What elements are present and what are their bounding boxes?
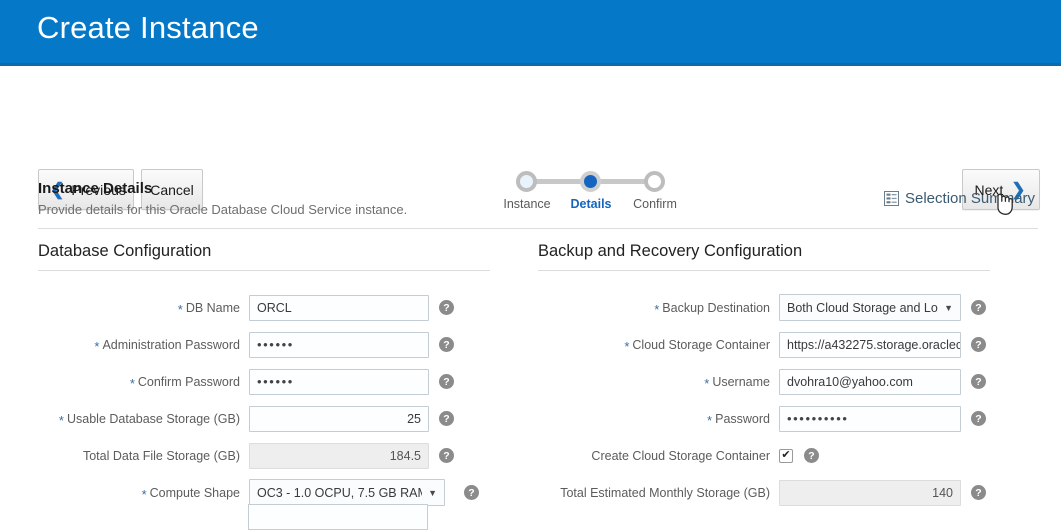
cloud-storage-container-field-wrap: https://a432275.storage.oraclecl — [779, 331, 961, 358]
summary-list-icon — [884, 191, 899, 206]
stepper-node-details[interactable] — [580, 171, 601, 192]
backup-destination-field-wrap: Both Cloud Storage and Loca ▼ — [779, 294, 961, 321]
password-input[interactable]: •••••••••• — [779, 405, 961, 432]
confirm-password-label: * Confirm Password — [129, 375, 240, 391]
page-title: Create Instance — [37, 10, 259, 45]
usable-database-storage-help-icon[interactable]: ? — [439, 411, 454, 426]
required-marker: * — [624, 339, 630, 354]
required-marker: * — [129, 376, 135, 391]
field-row-usable-database-storage: * Usable Database Storage (GB) 25 ? — [38, 400, 490, 437]
stepper-label-confirm[interactable]: Confirm — [621, 197, 689, 211]
usable-database-storage-input[interactable]: 25 — [249, 405, 429, 432]
stepper-node-confirm[interactable] — [644, 171, 665, 192]
username-field-wrap: dvohra10@yahoo.com — [779, 368, 961, 395]
backup-destination-selected-value: Both Cloud Storage and Loca — [787, 300, 939, 315]
administration-password-field-wrap: •••••• — [249, 331, 429, 358]
compute-shape-field-wrap: OC3 - 1.0 OCPU, 7.5 GB RAM ▼ — [249, 479, 445, 506]
total-data-file-storage-label: Total Data File Storage (GB) — [82, 448, 240, 463]
field-row-db-name: * DB Name ORCL ? — [38, 289, 490, 326]
stepper-label-instance[interactable]: Instance — [493, 197, 561, 211]
selection-summary-label: Selection Summary — [905, 190, 1036, 207]
required-marker: * — [704, 376, 710, 391]
total-data-file-storage-field-wrap: 184.5 — [249, 442, 429, 469]
username-input[interactable]: dvohra10@yahoo.com — [779, 368, 961, 395]
compute-shape-label: * Compute Shape — [141, 486, 240, 502]
next-field-partial-input[interactable] — [248, 504, 428, 530]
backup-destination-select[interactable]: Both Cloud Storage and Loca ▼ — [779, 294, 961, 321]
field-row-username: * Username dvohra10@yahoo.com ? — [538, 363, 990, 400]
field-row-confirm-password: * Confirm Password •••••• ? — [38, 363, 490, 400]
usable-database-storage-label: * Usable Database Storage (GB) — [58, 412, 240, 428]
db-name-field-wrap: ORCL — [249, 294, 429, 321]
required-marker: * — [654, 302, 660, 317]
backup-recovery-configuration-title: Backup and Recovery Configuration — [538, 242, 803, 260]
required-marker: * — [707, 413, 713, 428]
required-marker: * — [141, 487, 147, 502]
required-marker: * — [94, 339, 100, 354]
backup-destination-help-icon[interactable]: ? — [971, 300, 986, 315]
password-field-wrap: •••••••••• — [779, 405, 961, 432]
compute-shape-select[interactable]: OC3 - 1.0 OCPU, 7.5 GB RAM ▼ — [249, 479, 445, 506]
field-row-backup-destination: * Backup Destination Both Cloud Storage … — [538, 289, 990, 326]
db-name-help-icon[interactable]: ? — [439, 300, 454, 315]
password-help-icon[interactable]: ? — [971, 411, 986, 426]
database-configuration-section: Database Configuration * DB Name ORCL ? … — [38, 242, 490, 511]
create-cloud-storage-container-help-icon[interactable]: ? — [804, 448, 819, 463]
section-divider-right — [538, 270, 990, 271]
selection-summary-link[interactable]: Selection Summary — [884, 190, 1035, 207]
chevron-down-icon: ▼ — [944, 302, 953, 313]
compute-shape-selected-value: OC3 - 1.0 OCPU, 7.5 GB RAM — [257, 485, 423, 500]
required-marker: * — [177, 302, 183, 317]
database-configuration-title: Database Configuration — [38, 242, 212, 260]
administration-password-input[interactable]: •••••• — [249, 331, 429, 358]
total-data-file-storage-help-icon[interactable]: ? — [439, 448, 454, 463]
field-row-create-cloud-storage-container: Create Cloud Storage Container ✔ ? — [538, 437, 990, 474]
wizard-toolbar: ❮ Previous Cancel Next ❯ Instance Detail… — [0, 69, 1061, 215]
username-help-icon[interactable]: ? — [971, 374, 986, 389]
usable-database-storage-field-wrap: 25 — [249, 405, 429, 432]
total-estimated-monthly-storage-label: Total Estimated Monthly Storage (GB) — [560, 485, 770, 500]
db-name-label: * DB Name — [177, 301, 240, 317]
field-row-cloud-storage-container: * Cloud Storage Container https://a43227… — [538, 326, 990, 363]
chevron-down-icon: ▼ — [428, 487, 437, 498]
confirm-password-help-icon[interactable]: ? — [439, 374, 454, 389]
compute-shape-help-icon[interactable]: ? — [464, 485, 479, 500]
instance-details-heading: Instance Details Provide details for thi… — [38, 180, 407, 217]
confirm-password-field-wrap: •••••• — [249, 368, 429, 395]
total-estimated-monthly-storage-help-icon[interactable]: ? — [971, 485, 986, 500]
administration-password-help-icon[interactable]: ? — [439, 337, 454, 352]
total-estimated-monthly-storage-value: 140 — [779, 479, 961, 506]
section-title: Instance Details — [38, 180, 153, 197]
administration-password-label: * Administration Password — [94, 338, 240, 354]
create-cloud-storage-container-checkbox[interactable]: ✔ — [779, 448, 793, 463]
create-cloud-storage-container-label: Create Cloud Storage Container — [591, 448, 770, 463]
stepper-node-instance[interactable] — [516, 171, 537, 192]
cloud-storage-container-label: * Cloud Storage Container — [624, 338, 770, 354]
stepper-label-details[interactable]: Details — [557, 197, 625, 211]
confirm-password-input[interactable]: •••••• — [249, 368, 429, 395]
total-data-file-storage-value: 184.5 — [249, 442, 429, 469]
header-divider — [38, 228, 1038, 229]
create-cloud-storage-container-field-wrap: ✔ ? — [779, 448, 819, 463]
cloud-storage-container-input[interactable]: https://a432275.storage.oraclecl — [779, 331, 961, 358]
field-row-administration-password: * Administration Password •••••• ? — [38, 326, 490, 363]
backup-recovery-configuration-section: Backup and Recovery Configuration * Back… — [538, 242, 990, 511]
section-subtitle: Provide details for this Oracle Database… — [38, 202, 408, 217]
username-label: * Username — [704, 375, 770, 391]
field-row-password: * Password •••••••••• ? — [538, 400, 990, 437]
required-marker: * — [58, 413, 64, 428]
total-estimated-monthly-storage-field-wrap: 140 — [779, 479, 961, 506]
field-row-total-estimated-monthly-storage: Total Estimated Monthly Storage (GB) 140… — [538, 474, 990, 511]
section-divider-left — [38, 270, 490, 271]
backup-recovery-configuration-fields: * Backup Destination Both Cloud Storage … — [538, 289, 990, 511]
wizard-stepper: Instance Details Confirm — [495, 167, 685, 219]
database-configuration-fields: * DB Name ORCL ? * Administration Passwo… — [38, 289, 490, 511]
db-name-input[interactable]: ORCL — [249, 294, 429, 321]
backup-destination-label: * Backup Destination — [654, 301, 770, 317]
cloud-storage-container-help-icon[interactable]: ? — [971, 337, 986, 352]
app-header: Create Instance — [0, 0, 1061, 66]
field-row-total-data-file-storage: Total Data File Storage (GB) 184.5 ? — [38, 437, 490, 474]
password-label: * Password — [707, 412, 770, 428]
